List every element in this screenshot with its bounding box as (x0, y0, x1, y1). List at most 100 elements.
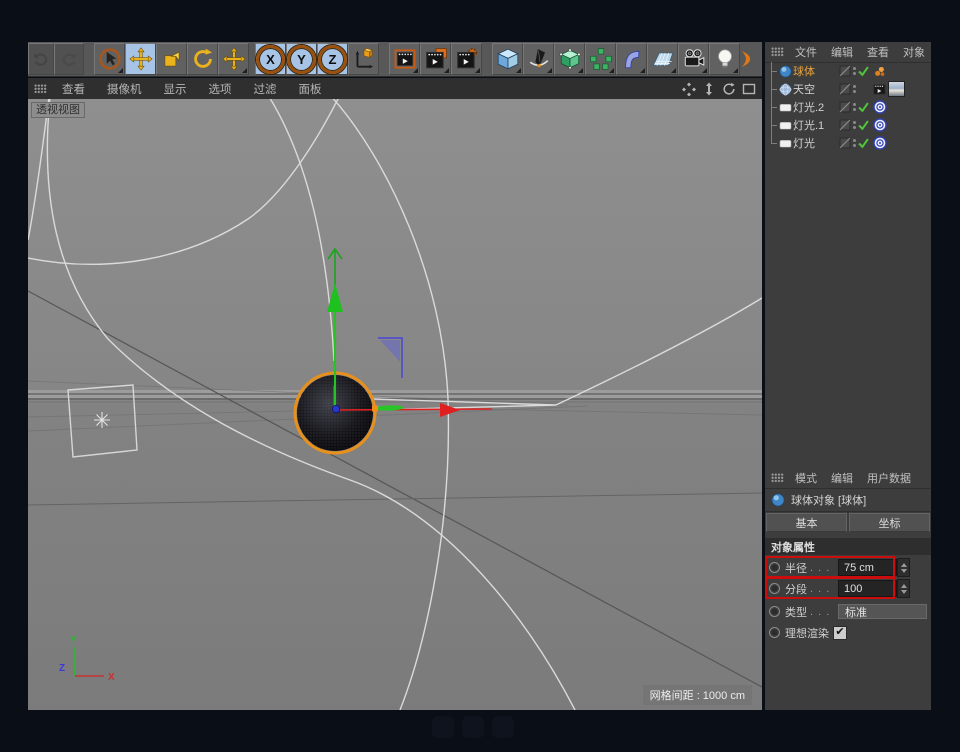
live-selection-icon[interactable] (94, 43, 125, 75)
vp-menu-camera[interactable]: 摄像机 (96, 81, 153, 97)
om-menu-edit[interactable]: 编辑 (824, 44, 860, 60)
compositing-tag-icon[interactable] (873, 83, 886, 95)
object-name[interactable]: 灯光 (793, 135, 837, 151)
panel-grip-icon[interactable] (34, 84, 47, 94)
y-lock-icon[interactable]: Y (286, 43, 317, 75)
om-menu-view[interactable]: 查看 (860, 44, 896, 60)
light-icon[interactable] (709, 43, 740, 75)
spline-pen-icon[interactable] (523, 43, 554, 75)
layer-toggle-icon[interactable] (839, 101, 851, 113)
object-name[interactable]: 球体 (793, 63, 837, 79)
x-handle-dot[interactable] (372, 406, 378, 412)
coordinate-system-icon[interactable] (348, 43, 379, 75)
target-tag-icon[interactable] (873, 136, 887, 150)
am-menu-mode[interactable]: 模式 (788, 470, 824, 486)
panel-grip-icon[interactable] (771, 47, 784, 57)
object-row-light[interactable]: 灯光 (765, 134, 931, 152)
scale-icon[interactable] (156, 43, 187, 75)
viewport-label: 透视视图 (31, 102, 85, 118)
vp-menu-display[interactable]: 显示 (153, 81, 198, 97)
z-lock-icon[interactable]: Z (317, 43, 348, 75)
label-dots: . . . (810, 583, 830, 595)
layer-toggle-icon[interactable] (839, 83, 851, 95)
perspective-viewport[interactable]: 透视视图 网格间距 : 1000 cm (28, 99, 762, 710)
x-axis-line (337, 409, 492, 410)
am-menu-edit[interactable]: 编辑 (824, 470, 860, 486)
layer-toggle-icon[interactable] (839, 65, 851, 77)
texture-tag-icon[interactable] (888, 81, 905, 97)
enabled-check-icon[interactable] (858, 102, 869, 113)
vp-menu-filter[interactable]: 过滤 (243, 81, 288, 97)
subdivision-surface-icon[interactable] (554, 43, 585, 75)
visibility-dots-icon[interactable] (853, 121, 856, 129)
enabled-check-icon[interactable] (858, 138, 869, 149)
ideal-render-checkbox[interactable]: ✔ (833, 626, 847, 640)
segments-input[interactable]: 100 (838, 580, 897, 597)
render-picture-viewer-icon[interactable] (420, 43, 451, 75)
object-name[interactable]: 灯光.2 (793, 99, 837, 115)
array-icon[interactable] (585, 43, 616, 75)
key-circle-icon[interactable] (769, 606, 780, 617)
render-settings-icon[interactable] (451, 43, 482, 75)
tab-coordinates[interactable]: 坐标 (849, 513, 930, 532)
light-object-icon[interactable] (778, 101, 793, 114)
key-circle-icon[interactable] (769, 562, 780, 573)
key-circle-icon[interactable] (769, 627, 780, 638)
more-tools-arrow-icon[interactable] (740, 43, 754, 75)
object-row-sky[interactable]: 天空 (765, 80, 931, 98)
object-row-light2[interactable]: 灯光.2 (765, 98, 931, 116)
enabled-check-icon[interactable] (858, 66, 869, 77)
floor-icon[interactable] (647, 43, 678, 75)
rotate-view-icon[interactable] (722, 82, 736, 96)
render-view-icon[interactable] (389, 43, 420, 75)
property-row-segments: 分段 . . . 100 (765, 578, 931, 599)
sphere-object-icon[interactable] (778, 65, 793, 78)
pan-view-icon[interactable] (682, 82, 696, 96)
watermark (432, 716, 514, 738)
radius-stepper[interactable] (897, 558, 910, 577)
radius-input[interactable]: 75 cm (838, 559, 897, 576)
redo-icon[interactable] (54, 43, 84, 75)
key-circle-icon[interactable] (769, 583, 780, 594)
vp-menu-view[interactable]: 查看 (51, 81, 96, 97)
target-tag-icon[interactable] (873, 118, 887, 132)
visibility-dots-icon[interactable] (853, 139, 856, 147)
am-menu-userdata[interactable]: 用户数据 (860, 470, 918, 486)
enabled-check-icon[interactable] (858, 120, 869, 131)
target-tag-icon[interactable] (873, 100, 887, 114)
layer-toggle-icon[interactable] (839, 137, 851, 149)
object-name[interactable]: 灯光.1 (793, 117, 837, 133)
camera-icon[interactable] (678, 43, 709, 75)
undo-icon[interactable] (28, 43, 54, 75)
object-row-light1[interactable]: 灯光.1 (765, 116, 931, 134)
toggle-view-icon[interactable] (742, 82, 756, 96)
last-tool-icon[interactable] (218, 43, 249, 75)
object-row-sphere[interactable]: 球体 (765, 62, 931, 80)
visibility-dots-icon[interactable] (853, 85, 856, 93)
visibility-dots-icon[interactable] (853, 67, 856, 75)
cube-primitive-icon[interactable] (492, 43, 523, 75)
property-row-type: 类型 . . . 标准 (765, 601, 931, 622)
om-menu-object[interactable]: 对象 (896, 44, 931, 60)
x-axis-arrow-icon[interactable] (440, 403, 460, 417)
dolly-view-icon[interactable] (702, 82, 716, 96)
vp-menu-options[interactable]: 选项 (198, 81, 243, 97)
panel-grip-icon[interactable] (771, 473, 784, 483)
x-lock-icon[interactable]: X (255, 43, 286, 75)
rotate-icon[interactable] (187, 43, 218, 75)
om-menu-file[interactable]: 文件 (788, 44, 824, 60)
layer-toggle-icon[interactable] (839, 119, 851, 131)
light-object-icon[interactable] (778, 119, 793, 132)
vp-menu-panel[interactable]: 面板 (288, 81, 333, 97)
tab-basic[interactable]: 基本 (766, 513, 847, 532)
bend-icon[interactable] (616, 43, 647, 75)
visibility-dots-icon[interactable] (853, 103, 856, 111)
phong-tag-icon[interactable] (873, 65, 886, 78)
object-name[interactable]: 天空 (793, 81, 837, 97)
segments-stepper[interactable] (897, 579, 910, 598)
move-icon[interactable] (125, 43, 156, 75)
light-object-icon[interactable] (778, 137, 793, 150)
sky-object-icon[interactable] (778, 83, 793, 96)
origin-dot[interactable] (332, 405, 339, 412)
type-dropdown[interactable]: 标准 (838, 604, 927, 619)
